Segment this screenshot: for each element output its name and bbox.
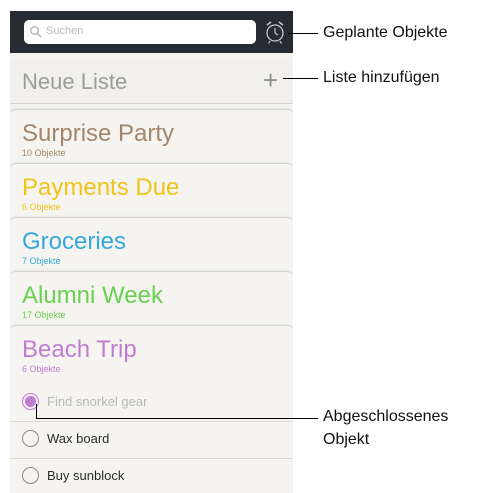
list-count: 17 Objekte <box>22 310 66 320</box>
search-placeholder: Suchen <box>46 25 84 37</box>
list-count: 10 Objekte <box>22 148 66 158</box>
list-card[interactable]: Groceries 7 Objekte <box>10 217 293 278</box>
callout-completed-line2: Objekt <box>323 431 370 448</box>
list-count: 6 Objekte <box>22 364 61 374</box>
checkbox[interactable] <box>22 467 39 484</box>
search-field[interactable]: Suchen <box>24 20 256 44</box>
reminder-item[interactable]: Wax board <box>10 422 293 459</box>
callout-add-list: Liste hinzufügen <box>323 69 440 86</box>
callout-completed-line1: Abgeschlossenes <box>323 408 449 425</box>
reminders-screen: Suchen Neue Liste + Surprise Party 10 Ob… <box>10 11 293 493</box>
list-card[interactable]: Alumni Week 17 Objekte <box>10 271 293 332</box>
new-list-row[interactable]: Neue Liste + <box>10 59 293 104</box>
list-name: Surprise Party <box>22 120 175 147</box>
list-count: 7 Objekte <box>22 256 61 266</box>
list-card[interactable]: Payments Due 6 Objekte <box>10 163 293 224</box>
reminder-label: Wax board <box>47 431 110 446</box>
top-bar: Suchen <box>10 11 293 53</box>
callout-scheduled: Geplante Objekte <box>323 24 448 41</box>
list-name: Groceries <box>22 228 127 255</box>
search-icon <box>30 26 42 38</box>
alarm-clock-icon[interactable] <box>263 19 287 45</box>
callout-vline-completed <box>36 404 37 418</box>
reminder-item[interactable]: Find snorkel gear <box>10 385 293 422</box>
reminder-item[interactable]: Buy sunblock <box>10 459 293 493</box>
list-name: Payments Due <box>22 174 180 201</box>
callout-line-add-list <box>283 78 318 79</box>
reminder-label: Buy sunblock <box>47 468 125 483</box>
callout-line-scheduled <box>288 33 318 34</box>
list-count: 6 Objekte <box>22 202 61 212</box>
callout-line-completed <box>36 418 318 419</box>
list-name: Beach Trip <box>22 336 137 363</box>
new-list-title: Neue Liste <box>22 69 128 94</box>
list-name: Alumni Week <box>22 282 163 309</box>
checkbox[interactable] <box>22 430 39 447</box>
plus-icon[interactable]: + <box>263 65 278 96</box>
list-card[interactable]: Surprise Party 10 Objekte <box>10 109 293 170</box>
reminder-label: Find snorkel gear <box>47 394 148 409</box>
